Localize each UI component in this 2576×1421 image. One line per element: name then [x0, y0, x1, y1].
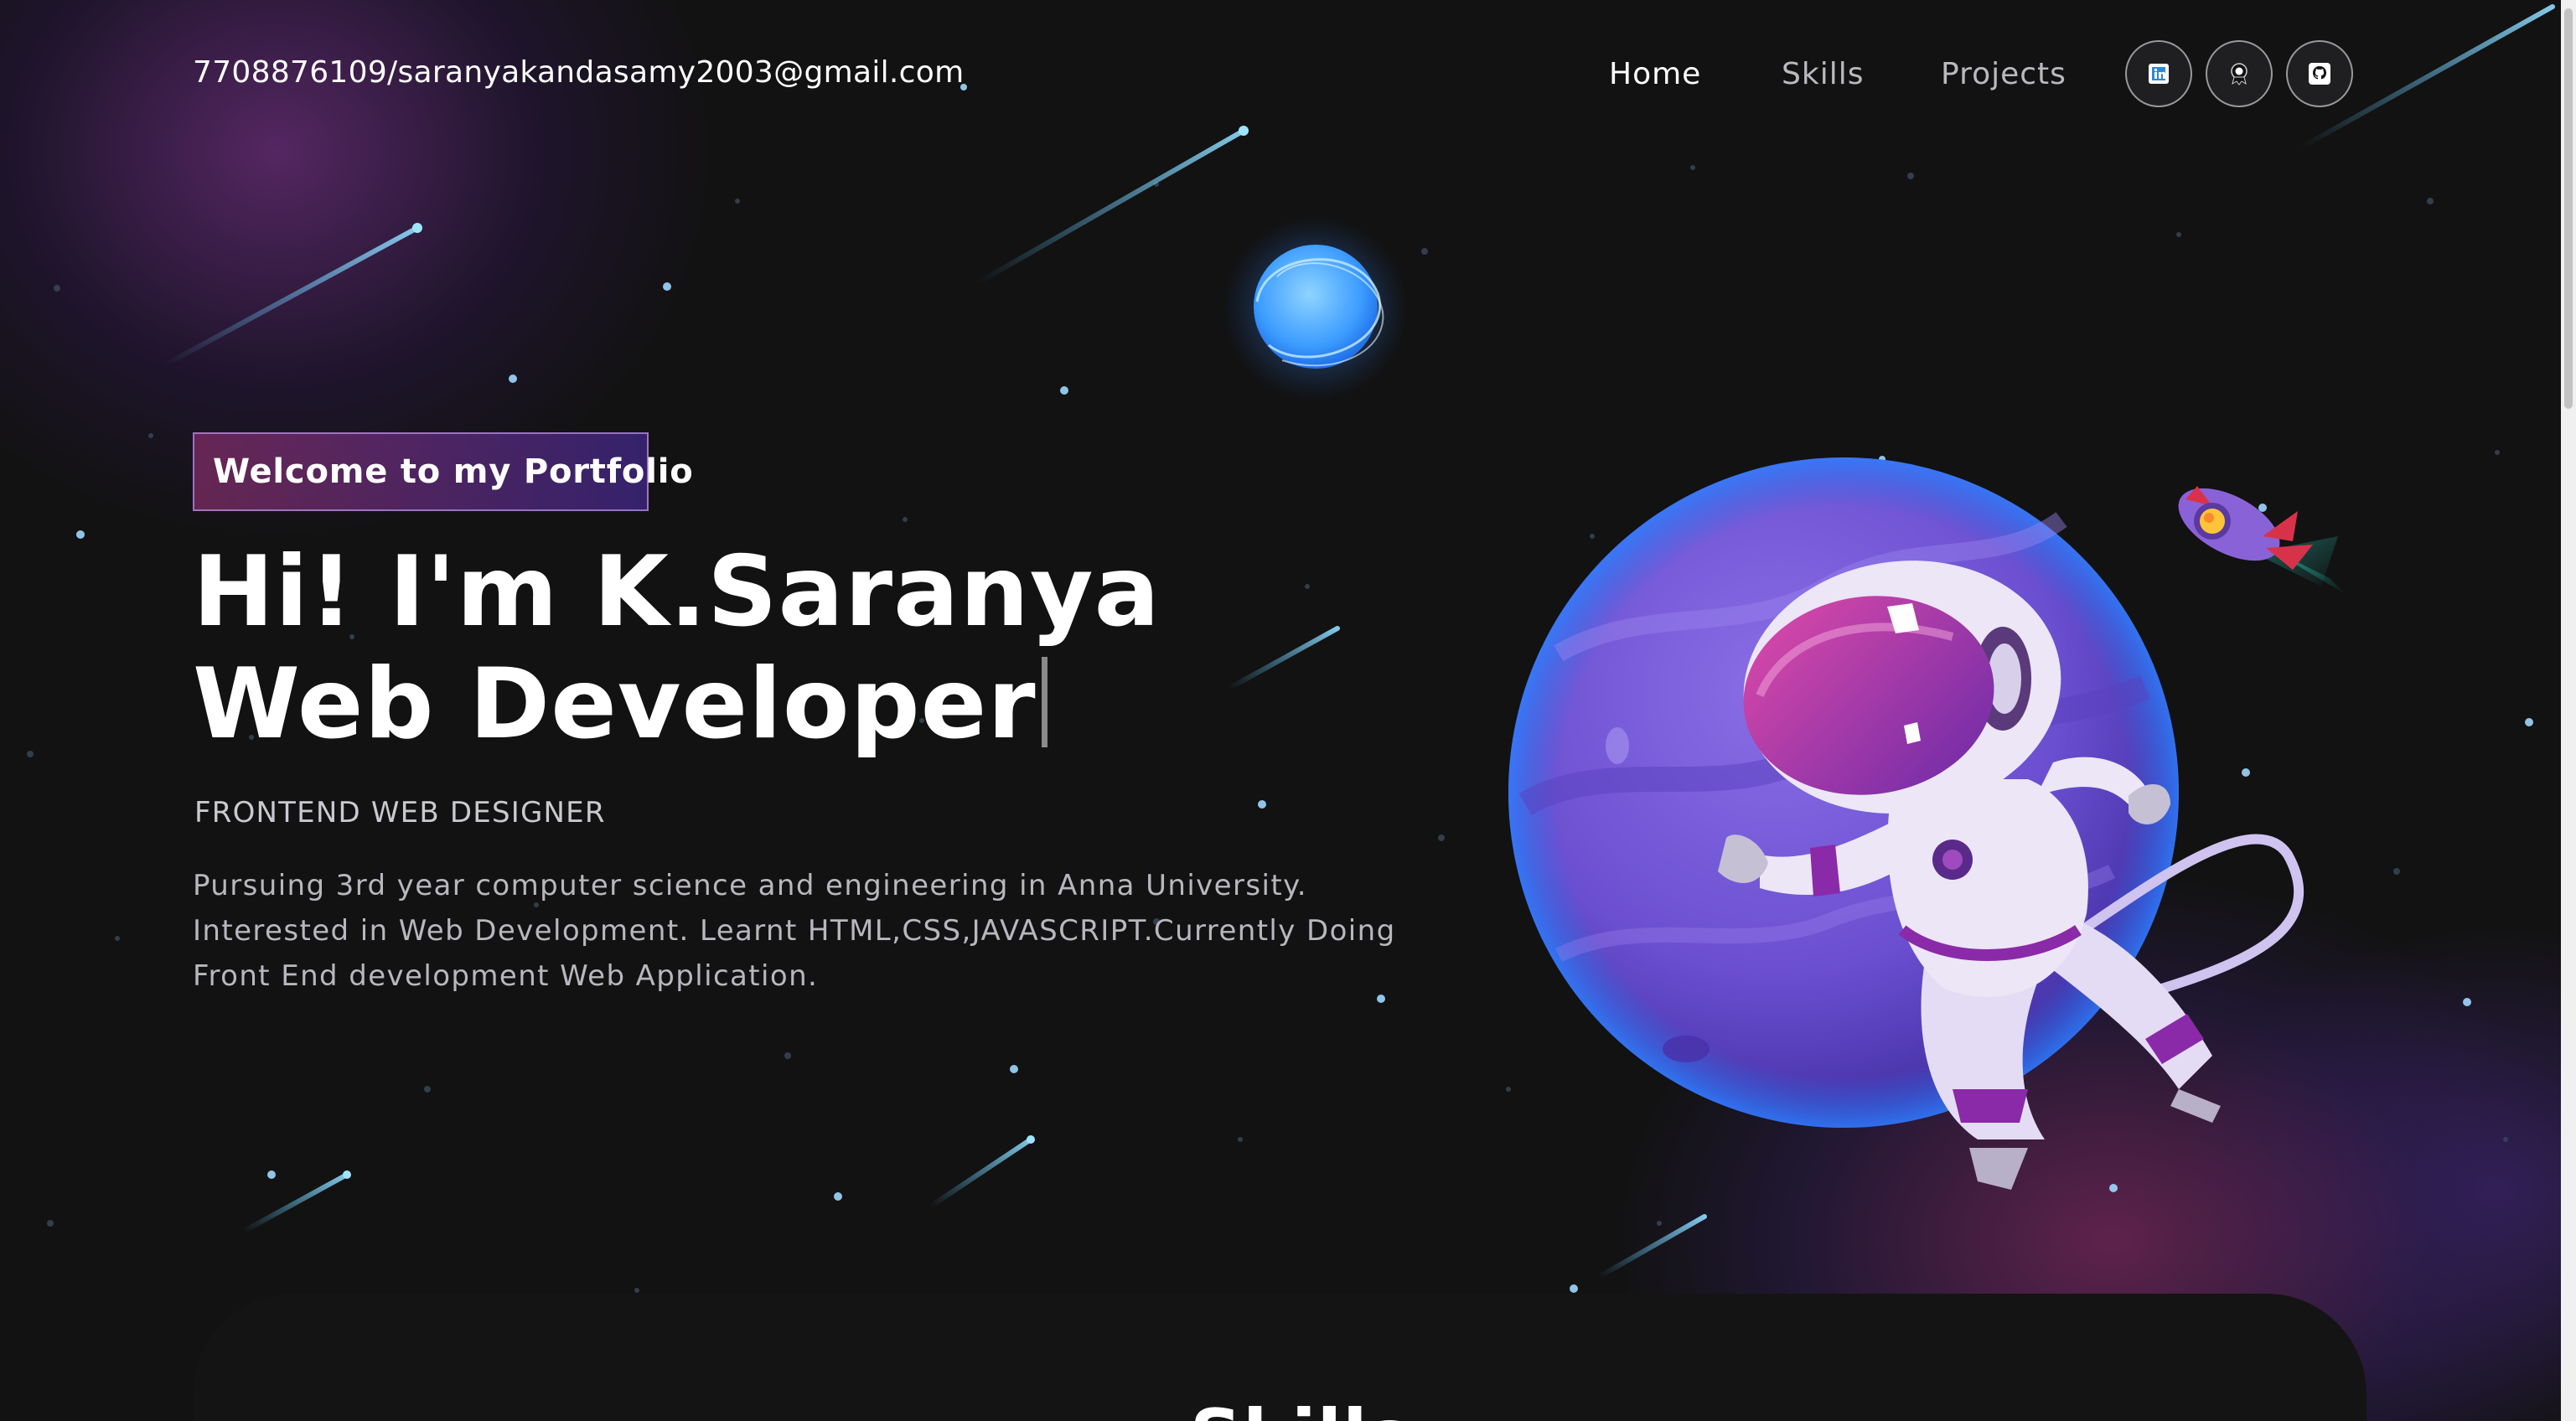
hackerrank-button[interactable]	[2206, 40, 2273, 107]
headline-text: Hi! I'm K.Saranya Web Developer	[193, 535, 1161, 761]
hero-headline: Hi! I'm K.Saranya Web Developer	[193, 536, 1433, 761]
github-button[interactable]	[2286, 40, 2353, 107]
nav-skills-link[interactable]: Skills	[1782, 57, 1864, 91]
typing-cursor	[1041, 657, 1047, 747]
portfolio-page: 7708876109/saranyakandasamy2003@gmail.co…	[0, 0, 2576, 1421]
linkedin-button[interactable]	[2125, 40, 2192, 107]
welcome-tagline: Welcome to my Portfolio	[193, 432, 693, 511]
hackerrank-badge-icon	[2231, 63, 2248, 85]
nav-projects-link[interactable]: Projects	[1941, 57, 2066, 91]
nav-home-link[interactable]: Home	[1609, 57, 1701, 91]
skills-heading: Skills	[1190, 1394, 1412, 1421]
linkedin-icon	[2149, 64, 2169, 84]
contact-info: 7708876109/saranyakandasamy2003@gmail.co…	[193, 55, 965, 90]
rocket-illustration	[2178, 486, 2346, 595]
scrollbar-thumb[interactable]	[2564, 8, 2573, 409]
hero-subtitle: FRONTEND WEB DESIGNER	[194, 796, 606, 829]
hero-description: Pursuing 3rd year computer science and e…	[193, 869, 1396, 993]
github-icon	[2309, 63, 2330, 85]
